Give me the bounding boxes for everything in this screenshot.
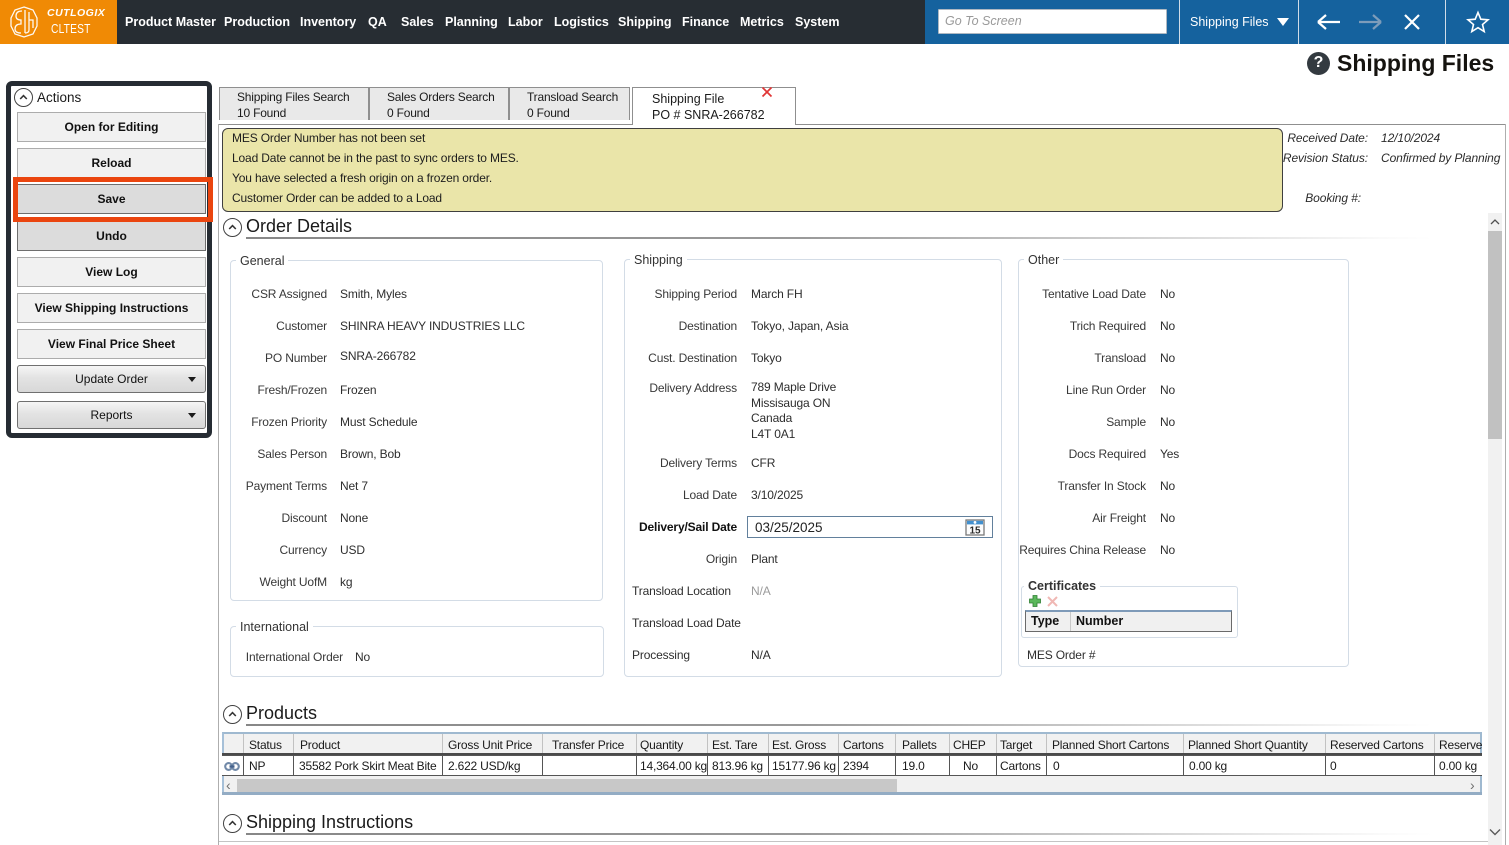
svg-text:15: 15 [969,526,981,537]
